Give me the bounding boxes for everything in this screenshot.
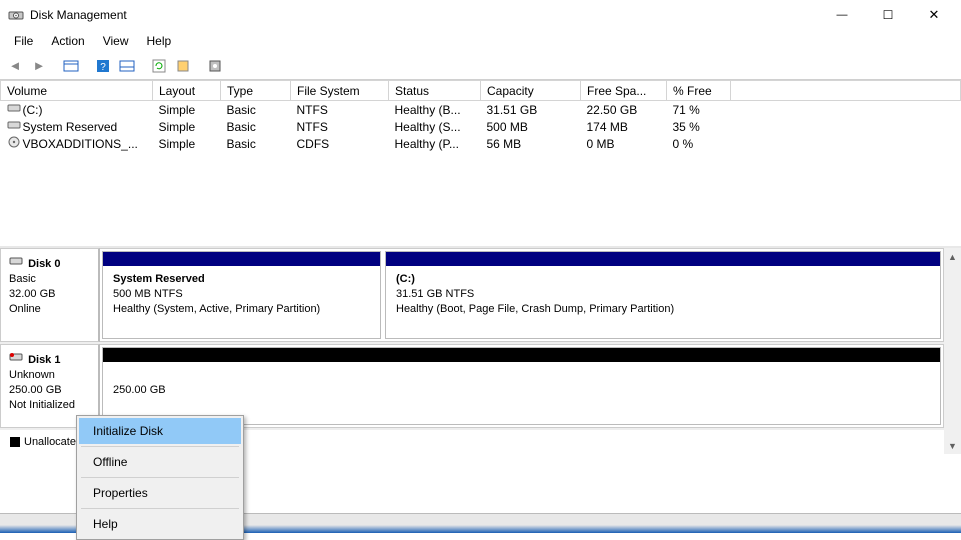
scrollbar[interactable]: ▲ ▼: [944, 248, 961, 454]
col-freespace[interactable]: Free Spa...: [581, 81, 667, 101]
window-title: Disk Management: [30, 8, 819, 22]
disk-warning-icon: [9, 354, 26, 366]
disk-state: Online: [9, 303, 41, 315]
disk-label[interactable]: Disk 0 Basic 32.00 GB Online: [0, 248, 100, 342]
menu-file[interactable]: File: [6, 32, 41, 50]
menu-bar: File Action View Help: [0, 30, 961, 52]
svg-text:?: ?: [100, 62, 106, 73]
partition-status: Healthy (System, Active, Primary Partiti…: [113, 303, 320, 315]
menu-action[interactable]: Action: [43, 32, 92, 50]
disk-state: Not Initialized: [9, 398, 90, 413]
scroll-up-arrow[interactable]: ▲: [944, 248, 961, 265]
disk-size: 32.00 GB: [9, 288, 55, 300]
partition-size: 31.51 GB NTFS: [396, 288, 474, 300]
disk-kind: Basic: [9, 273, 36, 285]
disk-icon: [9, 258, 26, 270]
refresh-button[interactable]: [148, 55, 170, 77]
maximize-button[interactable]: [865, 0, 911, 30]
disk-name: Disk 0: [28, 258, 60, 270]
col-capacity[interactable]: Capacity: [481, 81, 581, 101]
unallocated-partition[interactable]: 250.00 GB: [102, 347, 941, 425]
volume-list: Volume Layout Type File System Status Ca…: [0, 80, 961, 248]
title-bar: Disk Management: [0, 0, 961, 30]
forward-button[interactable]: ►: [28, 55, 50, 77]
disk-name: Disk 1: [28, 354, 60, 366]
legend-swatch-unallocated: [10, 437, 20, 447]
menu-initialize-disk[interactable]: Initialize Disk: [79, 418, 241, 444]
disk-kind: Unknown: [9, 369, 55, 381]
settings-button[interactable]: [172, 55, 194, 77]
menu-offline[interactable]: Offline: [79, 449, 241, 475]
volume-row[interactable]: VBOXADDITIONS_... Simple Basic CDFS Heal…: [1, 135, 961, 152]
disk-row: Disk 0 Basic 32.00 GB Online System Rese…: [0, 248, 944, 344]
disc-icon: [7, 136, 21, 151]
partition-name: System Reserved: [113, 273, 205, 285]
close-button[interactable]: [911, 0, 957, 30]
back-button[interactable]: ◄: [4, 55, 26, 77]
disk-mgmt-icon: [8, 7, 24, 23]
col-filesystem[interactable]: File System: [291, 81, 389, 101]
legend-label: Unallocated: [24, 436, 82, 448]
partition[interactable]: System Reserved 500 MB NTFS Healthy (Sys…: [102, 251, 381, 339]
col-volume[interactable]: Volume: [1, 81, 153, 101]
volume-name: System Reserved: [23, 120, 118, 134]
volume-row[interactable]: System Reserved Simple Basic NTFS Health…: [1, 118, 961, 135]
col-pctfree[interactable]: % Free: [667, 81, 731, 101]
menu-properties[interactable]: Properties: [79, 480, 241, 506]
menu-help[interactable]: Help: [79, 511, 241, 537]
disk-size: 250.00 GB: [9, 384, 62, 396]
col-spacer: [731, 81, 961, 101]
partition-size: 500 MB NTFS: [113, 288, 183, 300]
properties-button[interactable]: [204, 55, 226, 77]
col-status[interactable]: Status: [389, 81, 481, 101]
context-menu: Initialize Disk Offline Properties Help: [76, 415, 244, 540]
partition-name: (C:): [396, 273, 415, 285]
partition-status: Healthy (Boot, Page File, Crash Dump, Pr…: [396, 303, 674, 315]
volume-row[interactable]: (C:) Simple Basic NTFS Healthy (B... 31.…: [1, 101, 961, 119]
menu-help[interactable]: Help: [139, 32, 180, 50]
help-button[interactable]: ?: [92, 55, 114, 77]
drive-icon: [7, 119, 21, 134]
toolbar: ◄ ► ?: [0, 52, 961, 80]
menu-view[interactable]: View: [95, 32, 137, 50]
drive-icon: [7, 102, 21, 117]
col-type[interactable]: Type: [221, 81, 291, 101]
scroll-down-arrow[interactable]: ▼: [944, 437, 961, 454]
partition-size: 250.00 GB: [113, 384, 166, 396]
layout-button[interactable]: [116, 55, 138, 77]
col-layout[interactable]: Layout: [153, 81, 221, 101]
volume-name: (C:): [23, 103, 43, 117]
minimize-button[interactable]: [819, 0, 865, 30]
views-button[interactable]: [60, 55, 82, 77]
partition[interactable]: (C:) 31.51 GB NTFS Healthy (Boot, Page F…: [385, 251, 941, 339]
volume-name: VBOXADDITIONS_...: [23, 137, 138, 151]
